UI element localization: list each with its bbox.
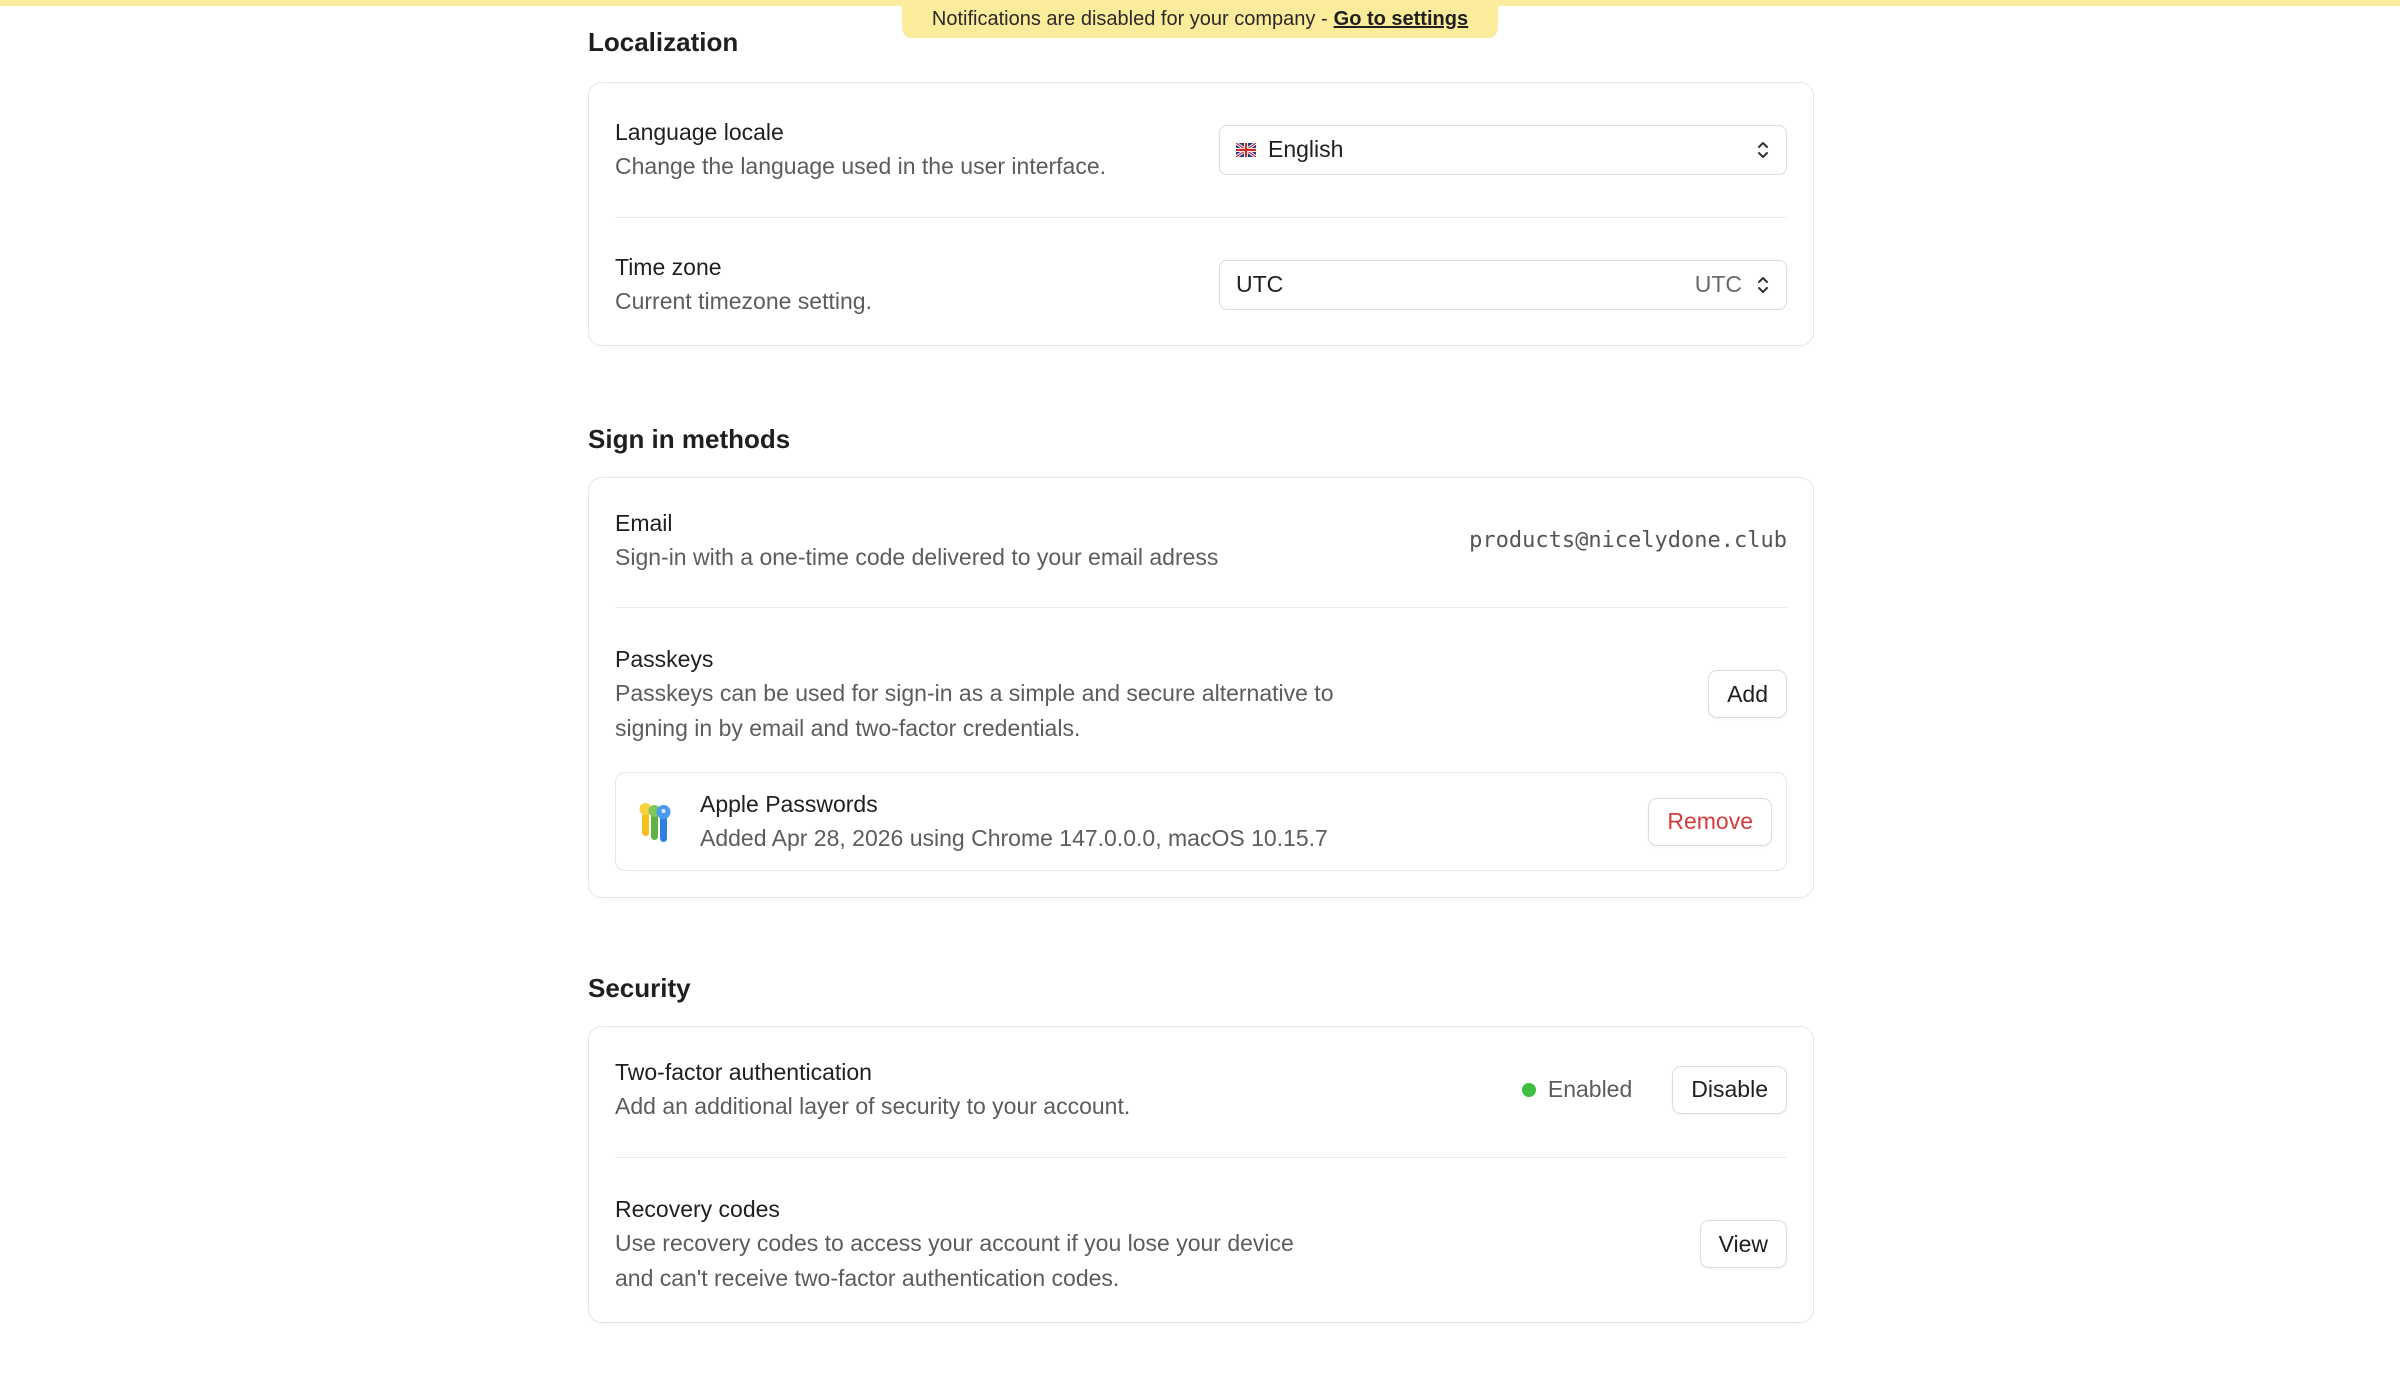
- passkey-detail: Added Apr 28, 2026 using Chrome 147.0.0.…: [700, 825, 1328, 851]
- language-select-value: English: [1268, 136, 1344, 162]
- chevron-up-down-icon: [1758, 141, 1768, 158]
- language-select[interactable]: English: [1219, 124, 1787, 175]
- passkey-name: Apple Passwords: [700, 791, 878, 817]
- passkeys-title: Passkeys: [615, 646, 714, 672]
- passkeys-section: Passkeys Passkeys can be used for sign-i…: [615, 608, 1787, 871]
- section-title-sign-in-methods: Sign in methods: [588, 424, 791, 454]
- time-zone-select[interactable]: UTC UTC: [1219, 259, 1787, 310]
- recovery-codes-desc-line1: Use recovery codes to access your accoun…: [615, 1230, 1294, 1256]
- passkey-item: Apple Passwords Added Apr 28, 2026 using…: [615, 772, 1787, 871]
- passkeys-desc-line2: signing in by email and two-factor crede…: [615, 715, 1081, 741]
- language-locale-desc: Change the language used in the user int…: [615, 153, 1107, 179]
- two-factor-title: Two-factor authentication: [615, 1059, 872, 1085]
- email-row: Email Sign-in with a one-time code deliv…: [615, 478, 1787, 608]
- two-factor-desc: Add an additional layer of security to y…: [615, 1093, 1131, 1119]
- two-factor-row: Two-factor authentication Add an additio…: [615, 1027, 1787, 1158]
- two-factor-status: Enabled: [1521, 1076, 1633, 1103]
- view-recovery-codes-button[interactable]: View: [1699, 1220, 1787, 1268]
- localization-section: Localization Language locale Change the …: [588, 24, 1814, 346]
- language-locale-row: Language locale Change the language used…: [615, 83, 1787, 218]
- two-factor-status-text: Enabled: [1547, 1076, 1633, 1102]
- localization-card: Language locale Change the language used…: [588, 82, 1814, 346]
- status-dot-icon: [1521, 1082, 1536, 1097]
- time-zone-title: Time zone: [615, 254, 722, 280]
- section-title-security: Security: [588, 973, 691, 1003]
- section-title-localization: Localization: [588, 27, 739, 57]
- email-address-value: products@nicelydone.club: [1469, 528, 1787, 553]
- security-section: Security Two-factor authentication Add a…: [588, 970, 1814, 1323]
- time-zone-desc: Current timezone setting.: [615, 288, 872, 314]
- time-zone-suffix: UTC: [1694, 271, 1742, 297]
- language-locale-title: Language locale: [615, 119, 784, 145]
- uk-flag-icon: [1236, 142, 1256, 157]
- remove-passkey-button[interactable]: Remove: [1648, 797, 1772, 846]
- time-zone-row: Time zone Current timezone setting. UTC …: [615, 218, 1787, 345]
- passkeys-row: Passkeys Passkeys can be used for sign-i…: [615, 608, 1787, 772]
- security-card: Two-factor authentication Add an additio…: [588, 1026, 1814, 1323]
- email-desc: Sign-in with a one-time code delivered t…: [615, 544, 1219, 570]
- disable-two-factor-button[interactable]: Disable: [1672, 1065, 1787, 1114]
- recovery-codes-title: Recovery codes: [615, 1196, 780, 1222]
- time-zone-select-value: UTC: [1236, 271, 1284, 297]
- sign-in-methods-card: Email Sign-in with a one-time code deliv…: [588, 477, 1814, 898]
- add-passkey-button[interactable]: Add: [1708, 670, 1787, 718]
- email-title: Email: [615, 510, 673, 536]
- chevron-up-down-icon: [1758, 276, 1768, 293]
- recovery-codes-row: Recovery codes Use recovery codes to acc…: [615, 1158, 1787, 1322]
- sign-in-methods-section: Sign in methods Email Sign-in with a one…: [588, 421, 1814, 898]
- passkeys-desc-line1: Passkeys can be used for sign-in as a si…: [615, 680, 1334, 706]
- apple-passwords-keys-icon: [639, 802, 671, 842]
- recovery-codes-desc-line2: and can't receive two-factor authenticat…: [615, 1265, 1120, 1291]
